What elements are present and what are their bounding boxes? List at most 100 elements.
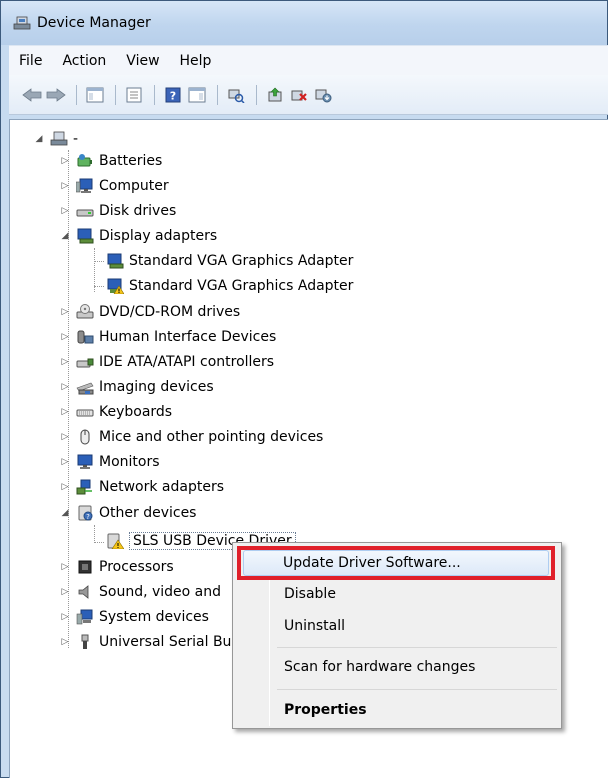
processor-icon [78, 560, 92, 574]
context-menu-item-update-driver-software-overlay[interactable]: Update Driver Software... [234, 549, 558, 577]
context-menu-label: Uninstall [284, 618, 346, 634]
collapsed-triangle-icon[interactable]: ▷ [60, 457, 70, 467]
mouse-icon [80, 429, 90, 445]
unknown-device-warning-icon [107, 533, 124, 549]
context-menu-separator [277, 647, 557, 648]
context-menu-item-scan-for-hardware-changes[interactable]: Scan for hardware changes [235, 653, 559, 681]
collapsed-triangle-icon[interactable]: ▷ [60, 181, 70, 191]
tree-connector [94, 525, 95, 543]
tree-connector [94, 261, 104, 262]
expanded-triangle-icon[interactable]: ◢ [34, 134, 44, 144]
svg-text:?: ? [170, 89, 176, 102]
collapsed-triangle-icon[interactable]: ▷ [60, 156, 70, 166]
tree-root[interactable]: ◢ - [34, 128, 79, 150]
menu-file[interactable]: File [19, 53, 52, 69]
expanded-triangle-icon[interactable]: ◢ [60, 508, 70, 518]
tree-item-label: Universal Serial Bu [99, 634, 232, 650]
menu-action[interactable]: Action [62, 53, 116, 69]
tree-item-vga-adapter-1[interactable]: Standard VGA Graphics Adapter [106, 250, 353, 272]
tree-item-system-devices[interactable]: ▷ System devices [60, 606, 209, 628]
tree-item-batteries[interactable]: ▷ Batteries [60, 150, 163, 172]
tree-item-mice[interactable]: ▷ Mice and other pointing devices [60, 426, 324, 448]
show-hide-console-tree-icon[interactable] [84, 84, 106, 106]
tree-item-label: Monitors [99, 454, 160, 470]
hid-icon [77, 330, 94, 344]
tree-item-universal-serial-bus[interactable]: ▷ Universal Serial Bu [60, 631, 232, 653]
toolbar: ? [9, 75, 608, 115]
title-bar[interactable]: Device Manager [1, 1, 607, 45]
tree-item-other-devices[interactable]: ◢ ? Other devices [60, 502, 197, 524]
tree-item-label: Network adapters [99, 479, 224, 495]
keyboard-icon [76, 409, 94, 417]
tree-item-vga-adapter-2[interactable]: Standard VGA Graphics Adapter [106, 275, 353, 297]
tree-item-label: DVD/CD-ROM drives [99, 304, 241, 320]
uninstall-icon[interactable] [288, 84, 310, 106]
action-pane-icon[interactable] [186, 84, 208, 106]
tree-item-label: Other devices [99, 505, 197, 521]
collapsed-triangle-icon[interactable]: ▷ [60, 432, 70, 442]
back-arrow-icon[interactable] [21, 84, 43, 106]
usb-plug-icon [81, 634, 89, 649]
unknown-device-icon: ? [78, 505, 93, 521]
tree-item-label: Disk drives [99, 203, 177, 219]
tree-item-human-interface-devices[interactable]: ▷ Human Interface Devices [60, 326, 277, 348]
enable-device-icon[interactable] [312, 84, 334, 106]
menu-bar: File Action View Help [9, 45, 608, 75]
tree-item-label: Display adapters [99, 228, 218, 244]
speaker-icon [78, 585, 89, 599]
context-menu-label: Update Driver Software... [283, 555, 461, 571]
disk-drive-icon [76, 209, 94, 217]
display-adapter-icon [77, 228, 94, 244]
context-menu-label: Scan for hardware changes [284, 659, 476, 675]
tree-item-ide-ata-atapi-controllers[interactable]: ▷ IDE ATA/ATAPI controllers [60, 351, 275, 373]
expanded-triangle-icon[interactable]: ◢ [60, 231, 70, 241]
collapsed-triangle-icon[interactable]: ▷ [60, 206, 70, 216]
tree-item-label: IDE ATA/ATAPI controllers [99, 354, 275, 370]
context-menu-item-properties[interactable]: Properties [235, 696, 559, 724]
toolbar-separator [256, 84, 257, 105]
tree-item-network-adapters[interactable]: ▷ Network adapters [60, 476, 224, 498]
tree-item-label: Sound, video and [99, 584, 222, 600]
collapsed-triangle-icon[interactable]: ▷ [60, 562, 70, 572]
forward-arrow-icon[interactable] [45, 84, 67, 106]
collapsed-triangle-icon[interactable]: ▷ [60, 482, 70, 492]
tree-item-label: Computer [99, 178, 169, 194]
tree-item-display-adapters[interactable]: ◢ Display adapters [60, 225, 218, 247]
device-manager-app-icon [13, 16, 31, 30]
collapsed-triangle-icon[interactable]: ▷ [60, 382, 70, 392]
collapsed-triangle-icon[interactable]: ▷ [60, 357, 70, 367]
tree-item-processors[interactable]: ▷ Processors [60, 556, 174, 578]
toolbar-separator [217, 84, 218, 105]
context-menu-separator [277, 689, 557, 690]
update-driver-icon[interactable] [264, 84, 286, 106]
computer-icon [76, 178, 93, 193]
tree-item-imaging-devices[interactable]: ▷ Imaging devices [60, 376, 214, 398]
collapsed-triangle-icon[interactable]: ▷ [60, 407, 70, 417]
tree-item-disk-drives[interactable]: ▷ Disk drives [60, 200, 177, 222]
properties-icon[interactable] [123, 84, 145, 106]
tree-item-computer[interactable]: ▷ Computer [60, 175, 169, 197]
collapsed-triangle-icon[interactable]: ▷ [60, 637, 70, 647]
context-menu-item-uninstall[interactable]: Uninstall [235, 612, 559, 640]
dvd-drive-icon [76, 304, 94, 319]
tree-item-label: Mice and other pointing devices [99, 429, 324, 445]
collapsed-triangle-icon[interactable]: ▷ [60, 307, 70, 317]
tree-item-dvd-cd-rom-drives[interactable]: ▷ DVD/CD-ROM drives [60, 301, 240, 323]
menu-help[interactable]: Help [180, 53, 222, 69]
tree-item-sound-video[interactable]: ▷ Sound, video and [60, 581, 221, 603]
help-icon[interactable]: ? [162, 84, 184, 106]
scanner-icon [76, 382, 94, 395]
tree-item-keyboards[interactable]: ▷ Keyboards [60, 401, 173, 423]
device-manager-window: Device Manager File Action View Help ? ◢… [0, 0, 608, 778]
tree-item-label: Standard VGA Graphics Adapter [129, 253, 354, 269]
tree-item-label: Standard VGA Graphics Adapter [129, 278, 354, 294]
collapsed-triangle-icon[interactable]: ▷ [60, 587, 70, 597]
scan-hardware-icon[interactable] [225, 84, 247, 106]
menu-view[interactable]: View [126, 53, 169, 69]
context-menu-item-disable[interactable]: Disable [235, 580, 559, 608]
tree-item-label: Processors [99, 559, 174, 575]
ide-controller-icon [76, 358, 94, 368]
tree-item-monitors[interactable]: ▷ Monitors [60, 451, 160, 473]
collapsed-triangle-icon[interactable]: ▷ [60, 612, 70, 622]
collapsed-triangle-icon[interactable]: ▷ [60, 332, 70, 342]
